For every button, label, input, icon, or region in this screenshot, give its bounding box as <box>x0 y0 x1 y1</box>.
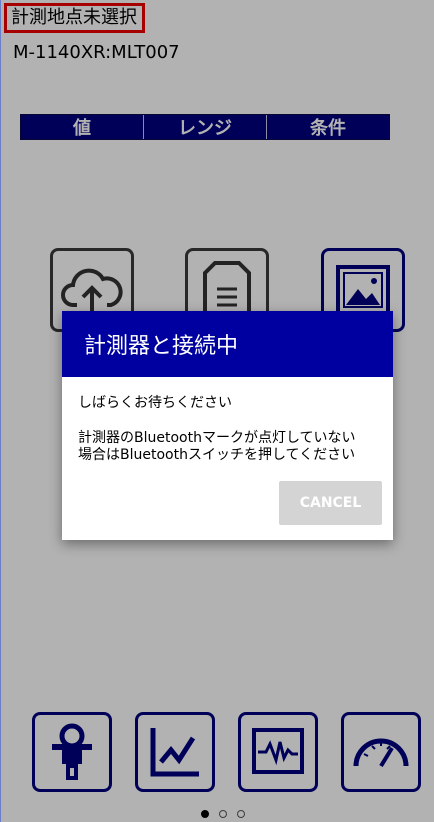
app-screen: 計測地点未選択 M-1140XR:MLT007 値 レンジ 条件 計測器と接続中… <box>0 0 434 822</box>
connecting-dialog: 計測器と接続中 しばらくお待ちください 計測器のBluetoothマークが点灯し… <box>62 311 393 540</box>
dialog-title: 計測器と接続中 <box>62 311 393 377</box>
dialog-detail: 計測器のBluetoothマークが点灯していない 場合はBluetoothスイッ… <box>78 430 356 463</box>
dialog-message: しばらくお待ちください <box>78 395 232 411</box>
cancel-button[interactable]: CANCEL <box>279 481 382 525</box>
